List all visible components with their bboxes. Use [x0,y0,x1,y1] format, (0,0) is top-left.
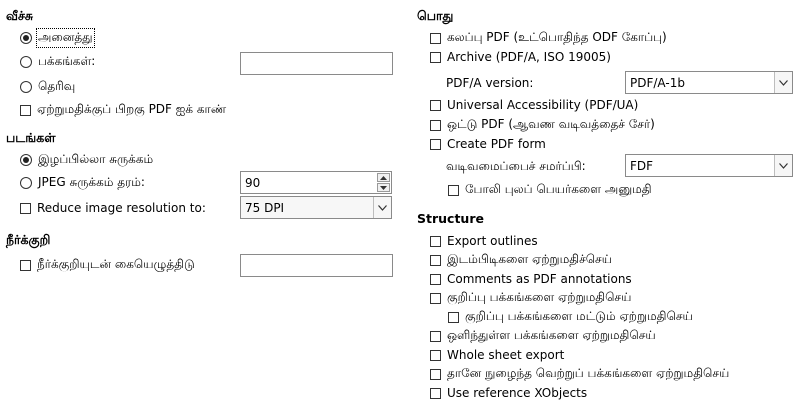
view-after-export-checkbox[interactable]: ஏற்றுமதிக்குப் பிறகு PDF ஐக் காண் [20,100,226,120]
lossless-label: இழப்பில்லா சுருக்கம் [38,152,154,166]
checkbox-box[interactable] [430,235,441,247]
hybrid-pdf-label: கலப்பு PDF (உட்பொதிந்த ODF கோப்பு) [447,30,667,44]
range-pages-label: பக்கங்கள்: [38,54,96,68]
checkbox-box[interactable] [430,99,441,111]
lossless-radio[interactable]: இழப்பில்லா சுருக்கம் [20,150,153,170]
export-notes-checkbox[interactable]: குறிப்பு பக்கங்களை ஏற்றுமதிசெய் [430,288,631,308]
watermark-section-title: நீர்க்குறி [6,232,51,247]
comments-annotations-checkbox[interactable]: Comments as PDF annotations [430,269,632,289]
allow-duplicate-fields-label: போலி புலப் பெயர்களை அனுமதி [465,182,652,196]
structure-section-title: Structure [417,211,484,226]
checkbox-box[interactable] [430,292,441,304]
checkbox-box[interactable] [20,104,31,116]
tagged-pdf-checkbox[interactable]: ஒட்டு PDF (ஆவண வடிவத்தைச் சேர்) [430,115,655,135]
resolution-value: 75 DPI [245,201,285,215]
pdfa-version-select[interactable]: PDF/A-1b [625,71,793,94]
range-section-title: வீச்சு [6,8,34,23]
triangle-up-icon[interactable] [377,173,390,182]
chevron-down-icon[interactable] [774,72,792,93]
checkbox-box[interactable] [448,311,459,323]
export-placeholders-checkbox[interactable]: இடம்பிடிகளை ஏற்றுமதிச்செய் [430,250,612,270]
checkbox-box[interactable] [20,259,31,271]
checkbox-box[interactable] [430,254,441,266]
range-all-radio[interactable]: அனைத்து [20,28,95,48]
export-outlines-checkbox[interactable]: Export outlines [430,231,538,251]
tagged-pdf-label: ஒட்டு PDF (ஆவண வடிவத்தைச் சேர்) [447,117,655,131]
export-blank-label: தானே நுழைந்த வெற்றுப் பக்கங்களை ஏற்றுமதி… [447,366,730,380]
chevron-down-icon[interactable] [774,155,792,176]
radio-indicator[interactable] [20,154,32,166]
checkbox-box[interactable] [430,349,441,361]
checkbox-box[interactable] [430,51,441,63]
reduce-resolution-checkbox[interactable]: Reduce image resolution to: [20,198,206,218]
jpeg-radio[interactable]: JPEG சுருக்கம் தரம்: [20,173,145,193]
checkbox-box[interactable] [20,202,31,214]
export-only-notes-label: குறிப்பு பக்கங்களை மட்டும் ஏற்றுமதிசெய் [465,309,693,323]
checkbox-box[interactable] [430,119,441,131]
radio-indicator[interactable] [20,81,32,93]
triangle-down-icon[interactable] [377,183,390,192]
radio-indicator[interactable] [20,177,32,189]
range-selection-radio[interactable]: தெரிவு [20,77,75,97]
radio-indicator[interactable] [20,32,32,44]
export-placeholders-label: இடம்பிடிகளை ஏற்றுமதிச்செய் [447,252,612,266]
view-after-export-label: ஏற்றுமதிக்குப் பிறகு PDF ஐக் காண் [37,102,227,116]
pdfa-version-value: PDF/A-1b [630,76,685,90]
checkbox-box[interactable] [430,273,441,285]
export-notes-label: குறிப்பு பக்கங்களை ஏற்றுமதிசெய் [447,290,632,304]
chevron-down-icon[interactable] [373,197,391,218]
archive-checkbox[interactable]: Archive (PDF/A, ISO 19005) [430,47,611,67]
submit-format-value: FDF [630,159,654,173]
submit-format-label: வடிவமைப்பைச் சமர்ப்பி: [446,159,586,173]
sign-watermark-checkbox[interactable]: நீர்க்குறியுடன் கையெழுத்திடு [20,255,195,275]
sign-watermark-label: நீர்க்குறியுடன் கையெழுத்திடு [37,257,195,271]
allow-duplicate-fields-checkbox[interactable]: போலி புலப் பெயர்களை அனுமதி [448,180,652,200]
radio-indicator[interactable] [20,56,32,68]
checkbox-box[interactable] [430,32,441,44]
checkbox-box[interactable] [430,138,441,150]
create-form-checkbox[interactable]: Create PDF form [430,134,546,154]
checkbox-box[interactable] [430,330,441,342]
comments-annotations-label: Comments as PDF annotations [447,272,632,286]
archive-label: Archive (PDF/A, ISO 19005) [447,50,611,64]
export-outlines-label: Export outlines [447,234,538,248]
range-all-label: அனைத்து [36,28,95,48]
export-only-notes-checkbox[interactable]: குறிப்பு பக்கங்களை மட்டும் ஏற்றுமதிசெய் [448,307,693,327]
create-form-label: Create PDF form [447,137,546,151]
whole-sheet-label: Whole sheet export [447,348,565,362]
use-xobjects-checkbox[interactable]: Use reference XObjects [430,383,587,403]
pictures-section-title: படங்கள் [6,130,56,145]
jpeg-label: JPEG சுருக்கம் தரம்: [38,175,145,189]
hybrid-pdf-checkbox[interactable]: கலப்பு PDF (உட்பொதிந்த ODF கோப்பு) [430,28,667,48]
export-blank-checkbox[interactable]: தானே நுழைந்த வெற்றுப் பக்கங்களை ஏற்றுமதி… [430,364,729,384]
universal-accessibility-label: Universal Accessibility (PDF/UA) [447,98,639,112]
range-pages-radio[interactable]: பக்கங்கள்: [20,52,95,72]
whole-sheet-checkbox[interactable]: Whole sheet export [430,345,564,365]
checkbox-box[interactable] [430,368,441,380]
general-section-title: பொது [417,8,454,23]
reduce-resolution-label: Reduce image resolution to: [37,201,206,215]
checkbox-box[interactable] [448,184,459,196]
jpeg-quality-spinner[interactable]: 90 [240,171,392,194]
jpeg-quality-value: 90 [245,176,261,190]
checkbox-box[interactable] [430,387,441,399]
use-xobjects-label: Use reference XObjects [447,386,588,400]
export-hidden-checkbox[interactable]: ஒளிந்துள்ள பக்கங்களை ஏற்றுமதிசெய் [430,326,656,346]
pages-input[interactable] [240,52,393,75]
watermark-input[interactable] [240,254,393,277]
range-selection-label: தெரிவு [38,79,76,93]
resolution-select[interactable]: 75 DPI [240,196,392,219]
export-hidden-label: ஒளிந்துள்ள பக்கங்களை ஏற்றுமதிசெய் [447,328,656,342]
pdfa-version-label: PDF/A version: [446,76,534,90]
submit-format-select[interactable]: FDF [625,154,793,177]
universal-accessibility-checkbox[interactable]: Universal Accessibility (PDF/UA) [430,95,638,115]
